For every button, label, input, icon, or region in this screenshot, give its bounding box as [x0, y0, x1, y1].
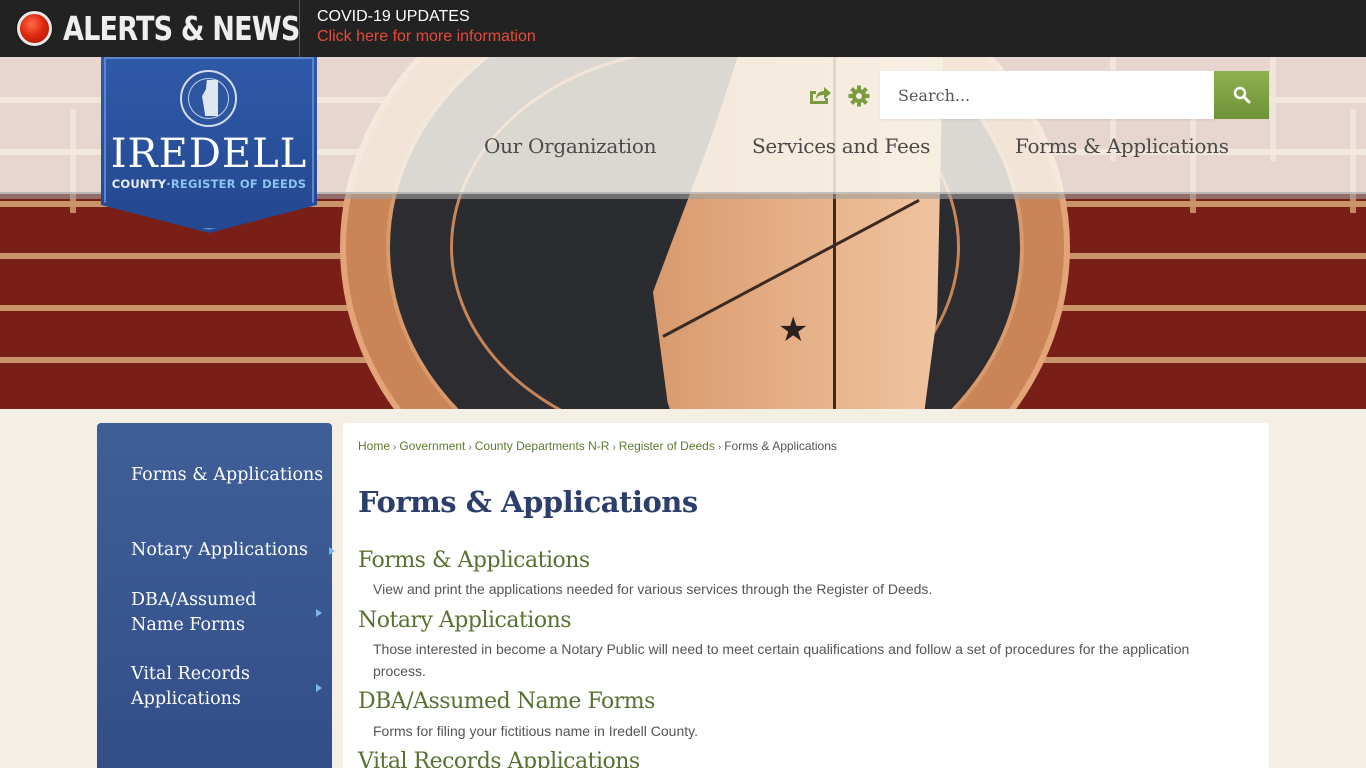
alert-message: COVID-19 UPDATES Click here for more inf… — [317, 7, 536, 48]
page-title: Forms & Applications — [358, 485, 698, 519]
logo-name: IREDELL — [110, 131, 308, 177]
search-button[interactable] — [1214, 71, 1269, 119]
logo-sub-office: REGISTER OF DEEDS — [170, 177, 307, 191]
breadcrumb-separator: › — [468, 442, 472, 453]
breadcrumb-current: Forms & Applications — [724, 439, 837, 453]
breadcrumb-government[interactable]: Government — [399, 439, 465, 453]
gear-icon[interactable] — [848, 85, 870, 107]
submenu-arrow-icon[interactable] — [316, 609, 322, 617]
sidebar-item-label: Forms & Applications — [131, 465, 324, 485]
sidebar-item-label: Vital Records Applications — [131, 664, 250, 709]
alerts-news-banner[interactable]: ALERTS & NEWS — [0, 0, 300, 57]
share-icon[interactable] — [808, 85, 832, 105]
alert-indicator-icon — [17, 11, 52, 46]
search-input[interactable] — [880, 71, 1215, 119]
iredell-logo[interactable]: IREDELL COUNTY·REGISTER OF DEEDS — [101, 57, 317, 233]
breadcrumb-county-departments[interactable]: County Departments N-R — [475, 439, 610, 453]
sidebar-item-label: DBA/Assumed Name Forms — [131, 590, 257, 635]
logo-subtitle: COUNTY·REGISTER OF DEEDS — [101, 177, 317, 191]
logo-sub-county: COUNTY — [111, 177, 167, 191]
submenu-arrow-icon[interactable] — [329, 547, 335, 555]
section-description: Those interested in become a Notary Publ… — [373, 641, 1190, 679]
star-icon: ★ — [778, 311, 809, 349]
sidebar-item-dba-assumed-name-forms[interactable]: DBA/Assumed Name Forms — [131, 588, 281, 638]
nav-services-and-fees[interactable]: Services and Fees — [752, 134, 930, 158]
sidebar-item-forms-applications[interactable]: Forms & Applications — [131, 463, 326, 488]
section-link-vital-records-applications[interactable]: Vital Records Applications — [358, 749, 640, 768]
breadcrumb-separator: › — [612, 442, 616, 453]
sidebar-nav: Forms & Applications Notary Applications… — [97, 423, 335, 768]
sidebar-item-notary-applications[interactable]: Notary Applications — [131, 538, 335, 563]
section-description: Forms for filing your fictitious name in… — [373, 723, 698, 739]
nav-our-organization[interactable]: Our Organization — [484, 134, 656, 158]
breadcrumb: Home › Government › County Departments N-R › R… — [358, 439, 837, 453]
main-content: Home › Government › County Departments N-R › R… — [343, 423, 1269, 768]
alerts-title: ALERTS & NEWS — [63, 9, 300, 48]
breadcrumb-home[interactable]: Home — [358, 439, 390, 453]
sidebar-item-vital-records-applications[interactable]: Vital Records Applications — [131, 662, 281, 712]
section-link-notary-applications[interactable]: Notary Applications — [358, 608, 572, 633]
section-link-dba-assumed-name-forms[interactable]: DBA/Assumed Name Forms — [358, 689, 655, 714]
breadcrumb-separator: › — [393, 442, 397, 453]
nav-forms-applications[interactable]: Forms & Applications — [1015, 134, 1229, 158]
logo-seal-icon — [180, 70, 237, 127]
alert-bar: ALERTS & NEWS COVID-19 UPDATES Click her… — [0, 0, 1366, 57]
breadcrumb-separator: › — [717, 442, 722, 453]
alert-headline: COVID-19 UPDATES — [317, 8, 470, 25]
sidebar-item-label: Notary Applications — [131, 540, 309, 560]
search-icon — [1233, 86, 1250, 104]
submenu-arrow-icon[interactable] — [316, 684, 322, 692]
section-description: View and print the applications needed f… — [373, 581, 933, 597]
breadcrumb-register-of-deeds[interactable]: Register of Deeds — [619, 439, 715, 453]
section-link-forms-applications[interactable]: Forms & Applications — [358, 548, 590, 573]
alert-more-info-link[interactable]: Click here for more information — [317, 26, 536, 48]
